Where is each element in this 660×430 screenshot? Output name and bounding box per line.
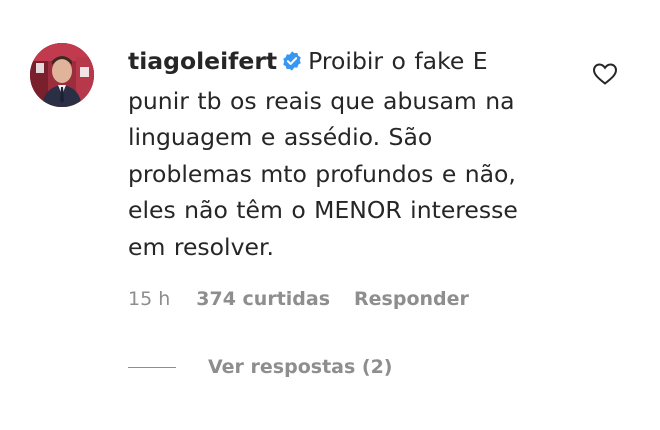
likes-count[interactable]: 374 curtidas [196,288,330,310]
reply-button[interactable]: Responder [354,288,469,310]
comment-time: 15 h [128,288,171,310]
verified-badge-icon [281,46,303,83]
username[interactable]: tiagoleifert [128,47,277,75]
view-replies-label: Ver respostas (2) [208,356,393,378]
view-replies-button[interactable]: Ver respostas (2) [128,356,392,378]
comment-meta: 15 h 374 curtidas Responder [128,288,469,310]
heart-outline-icon[interactable] [592,62,618,86]
avatar[interactable] [30,43,94,107]
replies-divider [128,366,176,368]
comment-text: Proibir o fake E punir tb os reais que a… [128,47,518,261]
avatar-photo [30,43,94,107]
comment-body: tiagoleifert Proibir o fake E punir tb os… [128,43,548,265]
